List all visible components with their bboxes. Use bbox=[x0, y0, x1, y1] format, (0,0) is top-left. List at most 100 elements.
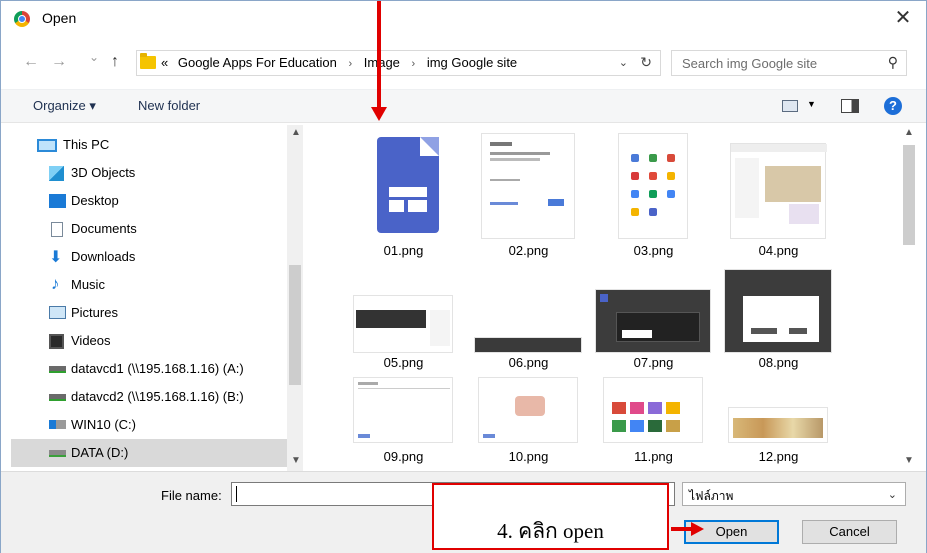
folder-icon bbox=[140, 53, 156, 69]
scroll-down-icon[interactable]: ▼ bbox=[291, 455, 301, 466]
sidebar-item-desktop[interactable]: Desktop bbox=[1, 187, 287, 215]
nav-scroll-thumb[interactable] bbox=[289, 265, 301, 385]
up-arrow-icon[interactable]: ↑ bbox=[111, 53, 119, 71]
thumbnail-image bbox=[724, 269, 832, 353]
refresh-icon[interactable]: ↻ bbox=[640, 54, 652, 71]
annotation-arrow bbox=[377, 1, 381, 109]
desktop-icon bbox=[49, 194, 66, 208]
breadcrumb-overflow[interactable]: « bbox=[161, 55, 168, 70]
cancel-button[interactable]: Cancel bbox=[802, 520, 897, 544]
breadcrumb-item[interactable]: Google Apps For Education bbox=[178, 55, 337, 70]
annotation-step-text: 4. คลิก open bbox=[497, 519, 604, 543]
file-name: 11.png bbox=[634, 449, 673, 464]
search-placeholder: Search img Google site bbox=[682, 56, 818, 71]
thumbnail-image bbox=[353, 377, 453, 443]
file-name: 10.png bbox=[508, 449, 549, 464]
file-name: 06.png bbox=[508, 355, 549, 370]
dialog-title: Open bbox=[42, 10, 77, 26]
sidebar-item-pictures[interactable]: Pictures bbox=[1, 299, 287, 327]
annotation-callout: 4. คลิก open bbox=[432, 483, 669, 550]
system-drive-icon bbox=[49, 420, 66, 429]
files-scrollbar[interactable]: ▲ ▼ bbox=[901, 125, 917, 471]
sidebar-item-datavcd1[interactable]: datavcd1 (\\195.168.1.16) (A:) bbox=[1, 355, 287, 383]
google-sites-icon bbox=[353, 133, 453, 239]
open-file-dialog: Open ✕ ← → ⌄ ↑ « Google Apps For Educati… bbox=[0, 0, 927, 553]
breadcrumb: « Google Apps For Education › Image › im… bbox=[161, 55, 517, 70]
file-name: 02.png bbox=[508, 243, 549, 258]
annotation-arrow-head bbox=[371, 107, 387, 121]
drive-icon bbox=[49, 450, 66, 457]
sidebar-item-documents[interactable]: Documents bbox=[1, 215, 287, 243]
chevron-down-icon[interactable]: ▼ bbox=[807, 99, 816, 109]
title-bar: Open ✕ bbox=[1, 1, 926, 35]
files-scroll-thumb[interactable] bbox=[903, 145, 915, 245]
file-name: 07.png bbox=[633, 355, 674, 370]
sidebar-item-music[interactable]: ♪ Music bbox=[1, 271, 287, 299]
breadcrumb-item[interactable]: Image bbox=[364, 55, 400, 70]
scroll-up-icon[interactable]: ▲ bbox=[904, 127, 914, 138]
sidebar-item-label: Documents bbox=[71, 221, 137, 236]
recent-locations-icon[interactable]: ⌄ bbox=[89, 50, 99, 64]
sidebar-item-label: DATA (D:) bbox=[71, 445, 129, 460]
forward-arrow-icon[interactable]: → bbox=[51, 53, 67, 71]
sidebar-item-win10[interactable]: WIN10 (C:) bbox=[1, 411, 287, 439]
search-input[interactable]: Search img Google site ⚲ bbox=[671, 50, 907, 76]
documents-icon bbox=[51, 222, 63, 237]
command-toolbar: Organize ▾ New folder ▼ ? bbox=[1, 89, 926, 123]
breadcrumb-item[interactable]: img Google site bbox=[427, 55, 517, 70]
thumbnail-image bbox=[595, 289, 711, 353]
file-type-value: ไฟล์ภาพ bbox=[689, 489, 734, 503]
annotation-pointer bbox=[671, 527, 693, 531]
address-bar[interactable]: « Google Apps For Education › Image › im… bbox=[136, 50, 661, 76]
sidebar-item-label: Pictures bbox=[71, 305, 118, 320]
address-row: ← → ⌄ ↑ « Google Apps For Education › Im… bbox=[1, 47, 926, 79]
sidebar-item-label: datavcd2 (\\195.168.1.16) (B:) bbox=[71, 389, 244, 404]
scroll-up-icon[interactable]: ▲ bbox=[291, 127, 301, 138]
scroll-down-icon[interactable]: ▼ bbox=[904, 455, 914, 466]
file-name: 12.png bbox=[758, 449, 799, 464]
preview-pane-icon[interactable] bbox=[841, 99, 859, 113]
network-drive-icon bbox=[49, 366, 66, 373]
sidebar-item-videos[interactable]: Videos bbox=[1, 327, 287, 355]
change-view-icon[interactable] bbox=[782, 100, 798, 112]
text-caret bbox=[236, 486, 237, 502]
file-name: 03.png bbox=[633, 243, 674, 258]
videos-icon bbox=[49, 334, 64, 349]
music-icon: ♪ bbox=[51, 274, 60, 293]
computer-icon bbox=[37, 139, 57, 152]
sidebar-item-label: This PC bbox=[63, 137, 110, 152]
chrome-icon bbox=[14, 11, 30, 27]
search-icon[interactable]: ⚲ bbox=[888, 54, 898, 71]
sidebar-item-downloads[interactable]: ⬇ Downloads bbox=[1, 243, 287, 271]
file-name: 08.png bbox=[758, 355, 799, 370]
breadcrumb-chevron-icon[interactable]: › bbox=[412, 58, 416, 70]
organize-button[interactable]: Organize ▾ bbox=[33, 98, 96, 114]
file-type-select[interactable]: ไฟล์ภาพ ⌄ bbox=[682, 482, 906, 506]
file-name-label: File name: bbox=[161, 488, 222, 503]
sidebar-item-this-pc[interactable]: This PC bbox=[1, 131, 287, 159]
sidebar-item-datavcd2[interactable]: datavcd2 (\\195.168.1.16) (B:) bbox=[1, 383, 287, 411]
chevron-down-icon[interactable]: ⌄ bbox=[619, 56, 628, 69]
file-list: 01.png 02.png 03.png 04.png 05.png 06.pn… bbox=[311, 125, 917, 471]
navigation-pane: This PC 3D Objects Desktop Documents ⬇ D… bbox=[1, 125, 303, 471]
cube-icon bbox=[49, 166, 64, 181]
sidebar-item-data-d[interactable]: DATA (D:) bbox=[11, 439, 287, 467]
thumbnail-image bbox=[618, 133, 688, 239]
thumbnail-image bbox=[481, 133, 575, 239]
sidebar-item-label: Music bbox=[71, 277, 105, 292]
back-arrow-icon[interactable]: ← bbox=[23, 53, 39, 71]
sidebar-item-label: Desktop bbox=[71, 193, 119, 208]
thumbnail-image bbox=[474, 337, 582, 353]
close-button[interactable]: ✕ bbox=[880, 1, 926, 35]
file-name: 05.png bbox=[383, 355, 424, 370]
sidebar-item-3d-objects[interactable]: 3D Objects bbox=[1, 159, 287, 187]
sidebar-item-label: WIN10 (C:) bbox=[71, 417, 136, 432]
annotation-pointer-head bbox=[691, 522, 704, 536]
help-icon[interactable]: ? bbox=[884, 97, 902, 115]
thumbnail-image bbox=[353, 295, 453, 353]
chevron-down-icon[interactable]: ⌄ bbox=[888, 488, 897, 501]
nav-scrollbar[interactable]: ▲ ▼ bbox=[287, 125, 303, 471]
breadcrumb-chevron-icon[interactable]: › bbox=[348, 58, 352, 70]
new-folder-button[interactable]: New folder bbox=[138, 98, 200, 113]
file-name: 04.png bbox=[758, 243, 799, 258]
